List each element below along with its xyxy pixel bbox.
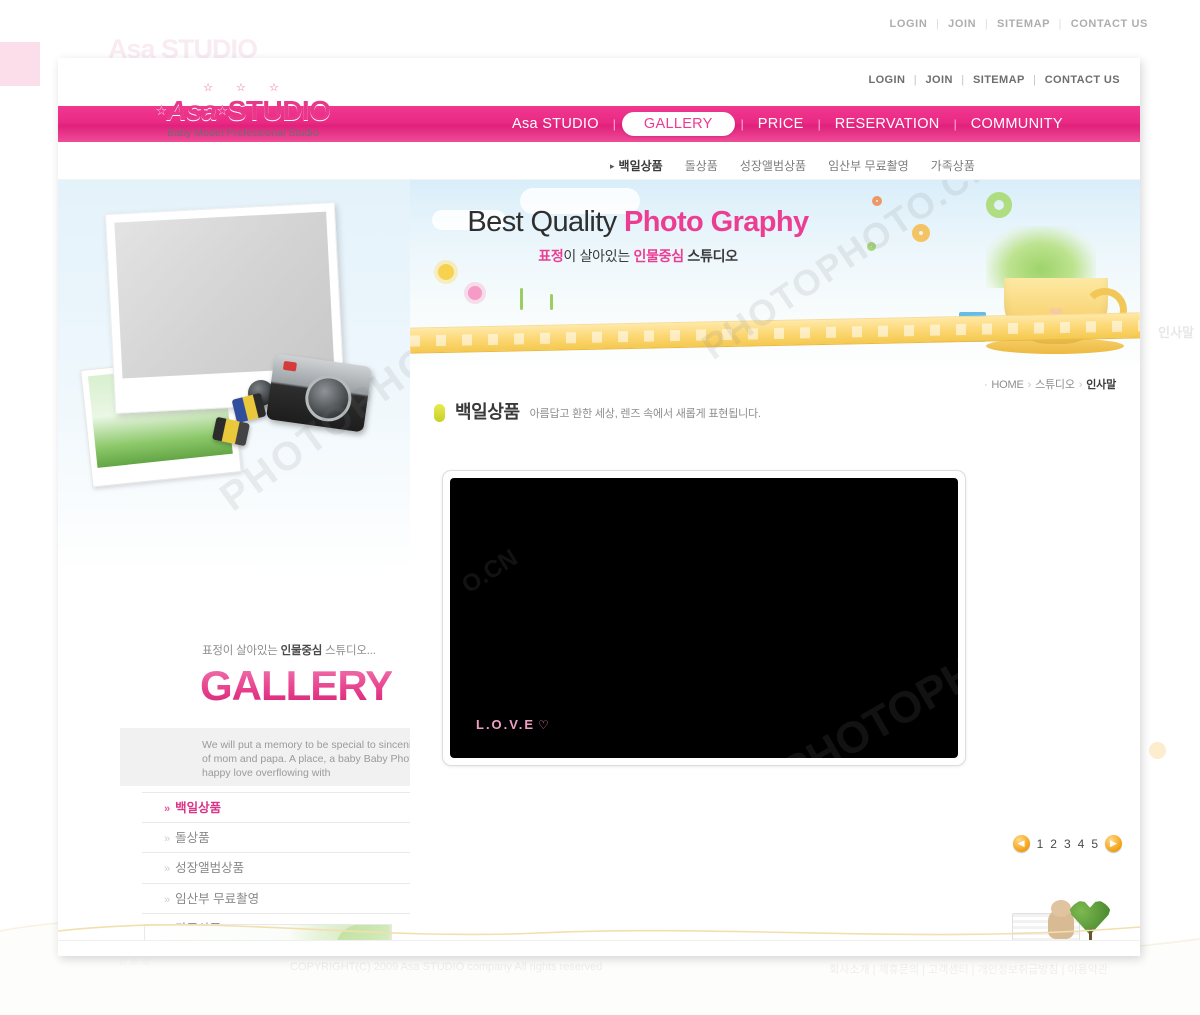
ghost-utility-links: LOGIN | JOIN | SITEMAP | CONTACT US bbox=[889, 18, 1148, 30]
pagination-page-5[interactable]: 5 bbox=[1091, 837, 1098, 851]
utility-separator: | bbox=[913, 74, 918, 86]
breadcrumb-level2[interactable]: 스튜디오 bbox=[1035, 379, 1075, 391]
sidebar-item-baegil[interactable]: » 백일상품 bbox=[142, 792, 410, 823]
join-link[interactable]: JOIN bbox=[926, 74, 953, 86]
flower-decoration-icon bbox=[468, 286, 482, 300]
pagination-page-1[interactable]: 1 bbox=[1037, 837, 1044, 851]
ghost-copyright: COPYRIGHT(C) 2009 Asa STUDIO company All… bbox=[290, 961, 603, 973]
hero-title: Best Quality Photo Graphy bbox=[467, 206, 809, 238]
breadcrumb-current: 인사말 bbox=[1086, 379, 1116, 391]
sub-navigation-bar: 백일상품 돌상품 성장앨범상품 임산부 무료촬영 가족상품 bbox=[58, 150, 1140, 180]
pagination-next-button[interactable]: ▶ bbox=[1105, 835, 1122, 852]
chevron-right-icon: » bbox=[164, 803, 170, 815]
gallery-viewer[interactable]: O.CN L.O.V.E ♡ PHOTOPH bbox=[442, 470, 966, 766]
sidebar-menu: »백일상품 »돌상품 »성장앨범상품 »임산부 무료촬영 »가족상품 bbox=[142, 792, 410, 940]
subnav-item-dol[interactable]: 돌상품 bbox=[685, 157, 718, 174]
love-overlay-text: L.O.V.E ♡ bbox=[476, 717, 551, 732]
pagination: ◀ 1 2 3 4 5 ▶ bbox=[1012, 835, 1122, 852]
page-title: 백일상품 bbox=[455, 402, 520, 422]
nav-item-community[interactable]: COMMUNITY bbox=[957, 116, 1077, 132]
logo-tagline: Baby Model Professional Studio bbox=[167, 127, 319, 139]
pagination-page-2[interactable]: 2 bbox=[1050, 837, 1057, 851]
sidebar-description-box: We will put a memory to be special to si… bbox=[120, 728, 410, 786]
nav-item-gallery[interactable]: GALLERY bbox=[621, 112, 735, 136]
page-header: 백일상품 아름답고 환한 세상, 렌즈 속에서 새롭게 표현됩니다. bbox=[434, 398, 761, 424]
breadcrumb-home[interactable]: HOME bbox=[991, 379, 1023, 391]
breadcrumb-bullet: · bbox=[983, 379, 988, 391]
pill-bullet-icon bbox=[434, 404, 445, 422]
page-subtitle: 아름답고 환한 세상, 렌즈 속에서 새롭게 표현됩니다. bbox=[529, 408, 761, 420]
left-sidebar: PHOTOPHOTO.CN 표정이 살아있는 인물중심 스튜디오... GALL… bbox=[58, 180, 410, 940]
logo-stars-icon: ☆ ☆ ☆ bbox=[203, 82, 289, 94]
chevron-right-icon: » bbox=[164, 893, 170, 906]
promo-banner[interactable]: 아사스튜디오가 함께하는 만삭 앨범 촬영 자세히 보기▸ bbox=[144, 924, 392, 940]
utility-separator: | bbox=[961, 74, 965, 86]
leaf-decoration-icon bbox=[291, 925, 391, 940]
stage-watermark: PHOTOPH bbox=[773, 647, 958, 758]
subnav-item-family[interactable]: 가족상품 bbox=[931, 157, 975, 174]
logo-asa-text: Asa bbox=[166, 95, 217, 126]
site-logo[interactable]: ☆ ☆ ☆ ☆Asa☆STUDIO Baby Model Professiona… bbox=[113, 82, 373, 139]
hero-banner: Best Quality Photo Graphy 표정이 살아있는 인물중심 … bbox=[410, 180, 1140, 364]
ghost-pink-bar bbox=[0, 42, 40, 86]
photo-collage-image: PHOTOPHOTO.CN bbox=[58, 190, 410, 520]
gallery-photo-stage[interactable]: O.CN L.O.V.E ♡ PHOTOPH bbox=[450, 478, 958, 758]
utility-separator: | bbox=[1032, 74, 1037, 86]
pagination-prev-button[interactable]: ◀ bbox=[1012, 835, 1030, 852]
ring-decoration-icon bbox=[872, 196, 882, 206]
heart-icon: ♡ bbox=[538, 718, 551, 732]
stage-watermark: O.CN bbox=[457, 544, 523, 599]
utility-links: LOGIN | JOIN | SITEMAP | CONTACT US bbox=[868, 74, 1120, 86]
subnav-item-baegil[interactable]: 백일상품 bbox=[610, 157, 663, 174]
heart-tree-icon bbox=[1068, 899, 1114, 940]
login-link[interactable]: LOGIN bbox=[868, 74, 905, 86]
sidebar-description-text: We will put a memory to be special to si… bbox=[202, 739, 410, 779]
pagination-page-3[interactable]: 3 bbox=[1064, 837, 1071, 851]
nav-item-reservation[interactable]: RESERVATION bbox=[821, 116, 954, 132]
ghost-pager-next-icon bbox=[1149, 742, 1166, 759]
chevron-right-icon: » bbox=[164, 863, 170, 875]
sidebar-item-maternity-free[interactable]: » 임산부 무료촬영 bbox=[142, 884, 410, 914]
nav-separator: | bbox=[612, 117, 616, 131]
sidebar-tagline: 표정이 살아있는 인물중심 스튜디오... bbox=[202, 645, 376, 657]
sprout-decoration-icon bbox=[550, 294, 553, 310]
sidebar-item-label: 백일상품 bbox=[175, 801, 222, 815]
logo-star-icon: ☆ bbox=[216, 102, 229, 117]
teddy-bear-bench-image bbox=[1008, 875, 1120, 940]
contact-us-link[interactable]: CONTACT US bbox=[1045, 74, 1120, 86]
ghost-breadcrumb-current: 인사말 bbox=[1158, 325, 1194, 340]
main-content: Best Quality Photo Graphy 표정이 살아있는 인물중심 … bbox=[410, 180, 1140, 940]
chevron-right-icon: » bbox=[164, 832, 170, 845]
page-body: PHOTOPHOTO.CN 표정이 살아있는 인물중심 스튜디오... GALL… bbox=[58, 180, 1140, 940]
page-footer: ☆ ☆ ☆ COPYRIGHT(C) 2009 Asa STUDIO compa… bbox=[58, 924, 1140, 956]
ghost-footer: ☆ ☆ ☆ COPYRIGHT(C) 2009 Asa STUDIO compa… bbox=[118, 957, 1108, 976]
subnav-item-maternity-free[interactable]: 임산부 무료촬영 bbox=[828, 157, 909, 174]
sidebar-item-dol[interactable]: » 돌상품 bbox=[142, 823, 410, 853]
nav-item-price[interactable]: PRICE bbox=[744, 116, 818, 132]
pagination-page-4[interactable]: 4 bbox=[1078, 837, 1085, 851]
sprout-decoration-icon bbox=[520, 288, 523, 310]
website-page: LOGIN | JOIN | SITEMAP | CONTACT US Asa … bbox=[58, 58, 1140, 956]
sidebar-item-label: 돌상품 bbox=[175, 830, 210, 845]
sitemap-link[interactable]: SITEMAP bbox=[973, 74, 1025, 86]
sidebar-section-title: GALLERY bbox=[200, 662, 393, 709]
main-navigation-items: Asa STUDIO | GALLERY | PRICE | RESERVATI… bbox=[498, 106, 1077, 142]
sidebar-item-label: 임산부 무료촬영 bbox=[175, 891, 260, 906]
ring-decoration-icon bbox=[986, 192, 1012, 218]
logo-star-icon: ☆ bbox=[155, 102, 168, 117]
sidebar-item-label: 성장앨범상품 bbox=[175, 861, 245, 875]
ghost-footer-links: 회사소개 | 제휴문의 | 고객센터 | 개인정보취급방침 | 이용약관 bbox=[829, 964, 1108, 976]
logo-studio-text: STUDIO bbox=[227, 95, 331, 126]
sub-navigation-items: 백일상품 돌상품 성장앨범상품 임산부 무료촬영 가족상품 bbox=[610, 157, 975, 174]
subnav-item-growth-album[interactable]: 성장앨범상품 bbox=[740, 157, 806, 174]
sidebar-item-growth-album[interactable]: » 성장앨범상품 bbox=[142, 853, 410, 884]
nav-item-asa-studio[interactable]: Asa STUDIO bbox=[498, 116, 613, 132]
flower-decoration-icon bbox=[438, 264, 454, 280]
brand-nav-row: Asa STUDIO | GALLERY | PRICE | RESERVATI… bbox=[58, 82, 1140, 150]
logo-wordmark: ☆Asa☆STUDIO bbox=[113, 95, 373, 126]
hero-subtitle: 표정이 살아있는 인물중심 스튜디오 bbox=[538, 248, 738, 264]
breadcrumb: · HOME › 스튜디오 › 인사말 bbox=[983, 379, 1116, 391]
